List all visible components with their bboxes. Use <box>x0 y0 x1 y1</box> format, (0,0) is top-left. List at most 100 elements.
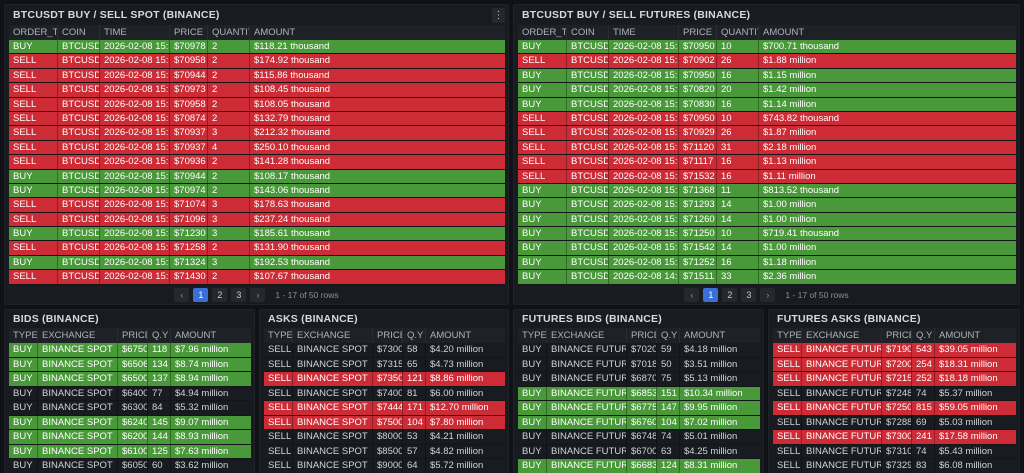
col-header-amount[interactable]: AMOUNT <box>935 328 1016 343</box>
table-row[interactable]: SELL BINANCE SPOT $73000 58 $4.20 millio… <box>264 343 505 358</box>
table-row[interactable]: BUY BTCUSDT 2026-02-08 15:31:56 $70950 1… <box>518 40 1016 55</box>
table-row[interactable]: SELL BINANCE SPOT $73500 121 $8.86 milli… <box>264 372 505 387</box>
table-row[interactable]: BUY BTCUSDT 2026-02-08 15:20:07 $71293 1… <box>518 198 1016 213</box>
col-header-price[interactable]: PRICE <box>627 328 657 343</box>
table-row[interactable]: SELL BTCUSDT 2026-02-08 15:25:25 $71120 … <box>518 140 1016 156</box>
panel-menu-kebab-icon[interactable]: ⋮ <box>492 8 505 23</box>
table-row[interactable]: SELL BINANCE SPOT $85000 57 $4.82 millio… <box>264 444 505 459</box>
table-row[interactable]: BUY BINANCE FUTURES $67488 74 $5.01 mill… <box>518 430 760 445</box>
table-row[interactable]: SELL BINANCE SPOT $74000 81 $6.00 millio… <box>264 386 505 401</box>
col-header-exchange[interactable]: EXCHANGE <box>802 328 882 343</box>
table-row[interactable]: SELL BTCUSDT 2026-02-08 15:29:27 $70944 … <box>9 68 505 84</box>
col-header-price[interactable]: PRICE <box>373 328 403 343</box>
table-row[interactable]: SELL BINANCE SPOT $90000 64 $5.72 millio… <box>264 459 505 473</box>
next-page-button[interactable]: › <box>250 288 266 303</box>
col-header-type[interactable]: TYPE <box>773 328 802 343</box>
table-row[interactable]: BUY BINANCE SPOT $67500 118 $7.96 millio… <box>9 343 251 358</box>
table-row[interactable]: SELL BINANCE FUTURES $73100 74 $5.43 mil… <box>773 444 1016 459</box>
page-button-2[interactable]: 2 <box>722 288 738 303</box>
table-row[interactable]: SELL BINANCE FUTURES $72500 815 $59.05 m… <box>773 401 1016 416</box>
table-row[interactable]: SELL BTCUSDT 2026-02-08 15:26:00 $71074 … <box>9 198 505 213</box>
col-header-amount[interactable]: AMOUNT <box>171 328 251 343</box>
col-header-order-type[interactable]: ORDER_TYPE <box>518 25 567 40</box>
table-row[interactable]: BUY BTCUSDT 2026-02-08 15:23:43 $71230 3… <box>9 227 505 242</box>
table-row[interactable]: SELL BTCUSDT 2026-02-08 15:27:43 $70874 … <box>9 111 505 127</box>
col-header-qy[interactable]: Q.Y <box>148 328 171 343</box>
table-row[interactable]: SELL BTCUSDT 2026-02-08 15:26:22 $70936 … <box>9 155 505 170</box>
prev-page-button[interactable]: ‹ <box>174 288 190 303</box>
table-row[interactable]: SELL BINANCE FUTURES $72488 74 $5.37 mil… <box>773 386 1016 401</box>
table-row[interactable]: BUY BINANCE FUTURES $70181 50 $3.51 mill… <box>518 357 760 372</box>
table-row[interactable]: BUY BTCUSDT 2026-02-08 15:26:20 $70944 2… <box>9 169 505 184</box>
table-row[interactable]: SELL BTCUSDT 2026-02-08 15:30:25 $70958 … <box>9 54 505 69</box>
col-header-amount[interactable]: AMOUNT <box>426 328 505 343</box>
next-page-button[interactable]: › <box>760 288 776 303</box>
col-header-amount[interactable]: AMOUNT <box>680 328 760 343</box>
table-row[interactable]: BUY BTCUSDT 2026-02-08 15:32:00 $70978 2… <box>9 40 505 55</box>
col-header-price[interactable]: PRICE <box>118 328 148 343</box>
table-row[interactable]: BUY BINANCE SPOT $64000 77 $4.94 million <box>9 386 251 401</box>
table-row[interactable]: BUY BINANCE FUTURES $70200 59 $4.18 mill… <box>518 343 760 358</box>
table-row[interactable]: SELL BTCUSDT 2026-02-08 15:23:05 $71258 … <box>9 241 505 256</box>
table-row[interactable]: BUY BINANCE FUTURES $68700 75 $5.13 mill… <box>518 372 760 387</box>
table-row[interactable]: SELL BTCUSDT 2026-02-08 15:29:17 $70958 … <box>9 97 505 112</box>
col-header-quantity[interactable]: QUANTITY <box>208 25 250 40</box>
table-row[interactable]: BUY BTCUSDT 2026-02-08 15:26:16 $70974 2… <box>9 183 505 199</box>
table-row[interactable]: SELL BINANCE SPOT $80000 53 $4.21 millio… <box>264 430 505 445</box>
table-row[interactable]: SELL BTCUSDT 2026-02-08 15:31:27 $70902 … <box>518 54 1016 69</box>
col-header-coin[interactable]: COIN <box>567 25 609 40</box>
page-button-1[interactable]: 1 <box>703 288 719 303</box>
table-row[interactable]: SELL BTCUSDT 2026-02-08 15:25:25 $71117 … <box>518 155 1016 170</box>
table-row[interactable]: BUY BTCUSDT 2026-02-08 15:19:56 $71260 1… <box>518 212 1016 228</box>
table-row[interactable]: SELL BINANCE SPOT $75000 104 $7.80 milli… <box>264 415 505 430</box>
table-row[interactable]: BUY BINANCE SPOT $65068 134 $8.74 millio… <box>9 357 251 372</box>
table-row[interactable]: BUY BINANCE FUTURES $66830 124 $8.31 mil… <box>518 459 760 473</box>
col-header-amount[interactable]: AMOUNT <box>250 25 505 40</box>
col-header-type[interactable]: TYPE <box>264 328 293 343</box>
table-row[interactable]: BUY BINANCE SPOT $65000 137 $8.94 millio… <box>9 372 251 387</box>
col-header-price[interactable]: PRICE <box>882 328 912 343</box>
page-button-2[interactable]: 2 <box>212 288 228 303</box>
table-row[interactable]: BUY BTCUSDT 2026-02-08 14:58:57 $71511 3… <box>518 270 1016 285</box>
table-row[interactable]: BUY BTCUSDT 2026-02-08 15:21:33 $71324 3… <box>9 255 505 271</box>
table-row[interactable]: SELL BINANCE SPOT $74444 171 $12.70 mill… <box>264 401 505 416</box>
col-header-amount[interactable]: AMOUNT <box>759 25 1016 40</box>
col-header-time[interactable]: TIME <box>609 25 679 40</box>
page-button-3[interactable]: 3 <box>741 288 757 303</box>
table-row[interactable]: BUY BINANCE SPOT $62400 145 $9.07 millio… <box>9 415 251 430</box>
table-row[interactable]: BUY BINANCE SPOT $60500 60 $3.62 million <box>9 459 251 473</box>
col-header-type[interactable]: TYPE <box>9 328 38 343</box>
col-header-type[interactable]: TYPE <box>518 328 547 343</box>
table-row[interactable]: BUY BTCUSDT 2026-02-08 15:19:34 $71542 1… <box>518 241 1016 256</box>
col-header-exchange[interactable]: EXCHANGE <box>293 328 373 343</box>
col-header-qy[interactable]: Q.Y <box>912 328 935 343</box>
page-button-3[interactable]: 3 <box>231 288 247 303</box>
col-header-time[interactable]: TIME <box>100 25 170 40</box>
table-row[interactable]: BUY BTCUSDT 2026-02-08 15:28:13 $70830 1… <box>518 97 1016 112</box>
table-row[interactable]: SELL BINANCE FUTURES $72888 69 $5.03 mil… <box>773 415 1016 430</box>
col-header-price[interactable]: PRICE <box>170 25 208 40</box>
col-header-order-type[interactable]: ORDER_TYPE <box>9 25 58 40</box>
table-row[interactable]: SELL BTCUSDT 2026-02-08 15:26:26 $70937 … <box>9 126 505 141</box>
table-row[interactable]: BUY BTCUSDT 2026-02-08 15:29:03 $70820 2… <box>518 83 1016 98</box>
table-row[interactable]: BUY BINANCE FUTURES $67000 63 $4.25 mill… <box>518 444 760 459</box>
col-header-price[interactable]: PRICE <box>679 25 717 40</box>
table-row[interactable]: SELL BINANCE FUTURES $72000 254 $18.31 m… <box>773 357 1016 372</box>
table-row[interactable]: SELL BTCUSDT 2026-02-08 15:20:58 $71430 … <box>9 270 505 285</box>
table-row[interactable]: SELL BINANCE FUTURES $73000 241 $17.58 m… <box>773 430 1016 445</box>
table-row[interactable]: SELL BINANCE FUTURES $72150 252 $18.18 m… <box>773 372 1016 387</box>
table-row[interactable]: SELL BTCUSDT 2026-02-08 15:25:39 $71096 … <box>9 212 505 228</box>
col-header-qy[interactable]: Q.Y <box>657 328 680 343</box>
table-row[interactable]: BUY BTCUSDT 2026-02-08 15:19:34 $71250 1… <box>518 227 1016 242</box>
table-row[interactable]: SELL BINANCE FUTURES $73299 83 $6.08 mil… <box>773 459 1016 473</box>
table-row[interactable]: BUY BTCUSDT 2026-02-08 15:29:08 $70950 1… <box>518 68 1016 84</box>
table-row[interactable]: SELL BTCUSDT 2026-02-08 15:28:20 $70950 … <box>518 111 1016 127</box>
table-row[interactable]: BUY BINANCE SPOT $63000 84 $5.32 million <box>9 401 251 416</box>
table-row[interactable]: SELL BINANCE FUTURES $71900 543 $39.05 m… <box>773 343 1016 358</box>
col-header-quantity[interactable]: QUANTITY <box>717 25 759 40</box>
table-row[interactable]: BUY BINANCE SPOT $62000 144 $8.93 millio… <box>9 430 251 445</box>
table-row[interactable]: BUY BINANCE FUTURES $67600 104 $7.02 mil… <box>518 415 760 430</box>
table-row[interactable]: BUY BINANCE FUTURES $68530 151 $10.34 mi… <box>518 386 760 401</box>
table-row[interactable]: BUY BINANCE SPOT $61000 125 $7.63 millio… <box>9 444 251 459</box>
table-row[interactable]: SELL BTCUSDT 2026-02-08 15:28:20 $70929 … <box>518 126 1016 141</box>
